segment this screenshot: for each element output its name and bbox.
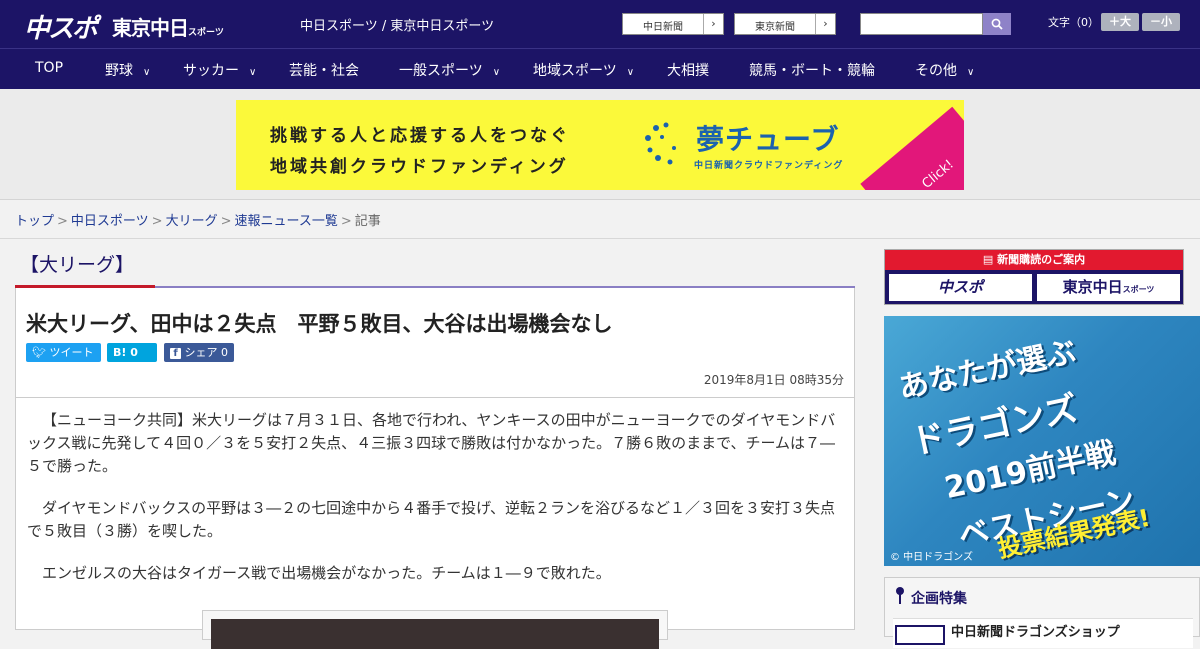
facebook-label: シェア xyxy=(184,346,218,359)
subscribe-chuspo-button[interactable]: 中スポ xyxy=(888,273,1033,302)
divider xyxy=(0,238,1200,239)
search-icon xyxy=(991,18,1003,30)
main-nav: TOP 野球 ∨ サッカー ∨ 芸能・社会 一般スポーツ ∨ 地域スポーツ ∨ 大相撲 … xyxy=(0,48,1200,89)
chuspo-logo[interactable]: 中スポ xyxy=(24,8,98,45)
breadcrumb-mlb[interactable]: 大リーグ xyxy=(166,214,218,229)
tweet-button[interactable]: 🐦︎ ツイート xyxy=(26,343,101,362)
newspaper-icon: ▤ xyxy=(982,253,994,266)
click-ribbon xyxy=(860,106,964,190)
chevron-down-icon: ∨ xyxy=(249,67,257,78)
breadcrumb-separator: > xyxy=(220,214,232,229)
nav-label: 一般スポーツ xyxy=(399,63,483,79)
nav-label: 野球 xyxy=(105,63,133,79)
publish-date: 2019年8月1日 08時35分 xyxy=(703,373,844,387)
banner-line-1: 挑戦する人と応援する人をつなぐ xyxy=(270,126,570,146)
nav-others[interactable]: その他 ∨ xyxy=(915,60,974,80)
feature-box: 企画特集 中日新聞ドラゴンズショップ xyxy=(884,577,1200,648)
chevron-down-icon: ∨ xyxy=(143,67,151,78)
nav-label: 芸能・社会 xyxy=(289,63,359,79)
nav-regional-sports[interactable]: 地域スポーツ ∨ xyxy=(533,60,634,80)
tokyo-chunichi-logo[interactable]: 東京中日スポーツ xyxy=(112,12,224,41)
subscription-heading: ▤ 新聞購読のご案内 xyxy=(885,250,1183,270)
nav-soccer[interactable]: サッカー ∨ xyxy=(183,60,256,80)
chevron-right-icon: › xyxy=(703,14,723,34)
nav-baseball[interactable]: 野球 ∨ xyxy=(105,60,150,80)
article-paragraph: エンゼルスの大谷はタイガース戦で出場機会がなかった。チームは１―９で敗れた。 xyxy=(42,564,611,582)
subscription-title: 新聞購読のご案内 xyxy=(997,253,1086,266)
breadcrumb-current: 記事 xyxy=(354,214,381,229)
ad-area: 挑戦する人と応援する人をつなぐ 地域共創クラウドファンディング 夢チューブ 中日… xyxy=(0,89,1200,200)
banner-brand-sub: 中日新聞クラウドファンディング xyxy=(694,161,844,171)
nav-racing[interactable]: 競馬・ボート・競輪 xyxy=(749,60,875,80)
hatena-icon: B! xyxy=(113,346,127,359)
search-input[interactable] xyxy=(860,13,983,35)
crowdfunding-banner[interactable]: 挑戦する人と応援する人をつなぐ 地域共創クラウドファンディング 夢チューブ 中日… xyxy=(236,100,964,190)
feature-item-label: 中日新聞ドラゴンズショップ xyxy=(951,625,1120,640)
hatena-count: 0 xyxy=(130,346,138,359)
tokyo-shimbun-link[interactable]: 東京新聞 › xyxy=(734,13,836,35)
breadcrumb-chunichi-sports[interactable]: 中日スポーツ xyxy=(71,214,149,229)
article-headline: 米大リーグ、田中は２失点 平野５敗目、大谷は出場機会なし xyxy=(26,312,613,336)
nav-label: 競馬・ボート・競輪 xyxy=(749,63,875,79)
dots-logo-icon xyxy=(645,122,676,165)
nav-label: 大相撲 xyxy=(667,63,709,79)
tokyo-logo-text: 東京中日 xyxy=(112,16,189,40)
subscribe-tokyo-label: 東京中日 xyxy=(1062,278,1123,296)
facebook-share-button[interactable]: f シェア 0 xyxy=(164,343,234,362)
category-heading: 【大リーグ】 xyxy=(20,254,135,276)
article-paragraph: 【ニューヨーク共同】米大リーグは７月３１日、各地で行われ、ヤンキースの田中がニュ… xyxy=(27,411,836,475)
article-body: 【ニューヨーク共同】米大リーグは７月３１日、各地で行われ、ヤンキースの田中がニュ… xyxy=(15,398,855,649)
chunichi-shimbun-link[interactable]: 中日新聞 › xyxy=(622,13,724,35)
font-size-increase-button[interactable]: ＋大 xyxy=(1101,13,1139,31)
chevron-down-icon: ∨ xyxy=(626,67,635,78)
tokyo-shimbun-label: 東京新聞 xyxy=(755,22,795,33)
promo-credit: © 中日ドラゴンズ xyxy=(890,552,973,563)
breadcrumb-separator: > xyxy=(57,214,68,229)
subscribe-tokyo-suffix: スポーツ xyxy=(1122,285,1155,294)
feature-item[interactable]: 中日新聞ドラゴンズショップ xyxy=(893,618,1193,648)
facebook-icon: f xyxy=(170,348,181,359)
nav-label: その他 xyxy=(915,63,957,79)
nav-entertainment[interactable]: 芸能・社会 xyxy=(289,60,359,80)
breadcrumb-separator: > xyxy=(151,214,163,229)
subscribe-tokyo-chunichi-button[interactable]: 東京中日スポーツ xyxy=(1036,273,1181,302)
nav-top[interactable]: TOP xyxy=(35,60,63,76)
top-header: 中スポ 東京中日スポーツ 中日スポーツ / 東京中日スポーツ 中日新聞 › 東京… xyxy=(0,0,1200,48)
pin-icon xyxy=(896,587,904,604)
nav-label: TOP xyxy=(35,60,64,76)
chunichi-shimbun-label: 中日新聞 xyxy=(643,22,683,33)
chevron-down-icon: ∨ xyxy=(967,67,975,78)
font-size-label: 文字（0） xyxy=(1048,16,1099,29)
tokyo-logo-suffix: スポーツ xyxy=(188,28,224,38)
dragons-vote-promo[interactable]: あなたが選ぶ ドラゴンズ 2019前半戦 ベストシーン 投票結果発表! © 中日… xyxy=(884,316,1200,566)
feature-thumb xyxy=(895,625,945,645)
article-header: 米大リーグ、田中は２失点 平野５敗目、大谷は出場機会なし 🐦︎ ツイート B! … xyxy=(15,288,855,398)
breadcrumb-separator: > xyxy=(340,214,352,229)
search-button[interactable] xyxy=(983,13,1011,35)
feature-title: 企画特集 xyxy=(911,591,967,607)
nav-general-sports[interactable]: 一般スポーツ ∨ xyxy=(399,60,500,80)
twitter-icon: 🐦︎ xyxy=(32,346,46,359)
nav-label: 地域スポーツ xyxy=(533,63,617,79)
banner-line-2: 地域共創クラウドファンディング xyxy=(270,157,569,177)
article-paragraph: ダイヤモンドバックスの平野は３―２の七回途中から４番手で投げ、逆転２ランを浴びる… xyxy=(27,499,836,540)
chevron-right-icon: › xyxy=(815,14,835,34)
facebook-count: 0 xyxy=(221,346,228,359)
article-photo xyxy=(211,619,659,649)
subscription-box: ▤ 新聞購読のご案内 中スポ 東京中日スポーツ xyxy=(884,249,1184,305)
breadcrumb-news-list[interactable]: 速報ニュース一覧 xyxy=(235,214,338,229)
tweet-label: ツイート xyxy=(49,346,94,359)
hatena-bookmark-button[interactable]: B! 0 xyxy=(107,343,157,362)
nav-sumo[interactable]: 大相撲 xyxy=(667,60,709,80)
breadcrumb: トップ > 中日スポーツ > 大リーグ > 速報ニュース一覧 > 記事 xyxy=(15,210,381,229)
nav-label: サッカー xyxy=(183,63,239,79)
banner-brand: 夢チューブ xyxy=(696,123,840,156)
breadcrumb-top[interactable]: トップ xyxy=(15,214,54,229)
site-title: 中日スポーツ / 東京中日スポーツ xyxy=(300,19,495,34)
font-size-decrease-button[interactable]: －小 xyxy=(1142,13,1180,31)
article-photo-frame xyxy=(202,610,668,649)
chevron-down-icon: ∨ xyxy=(492,67,501,78)
